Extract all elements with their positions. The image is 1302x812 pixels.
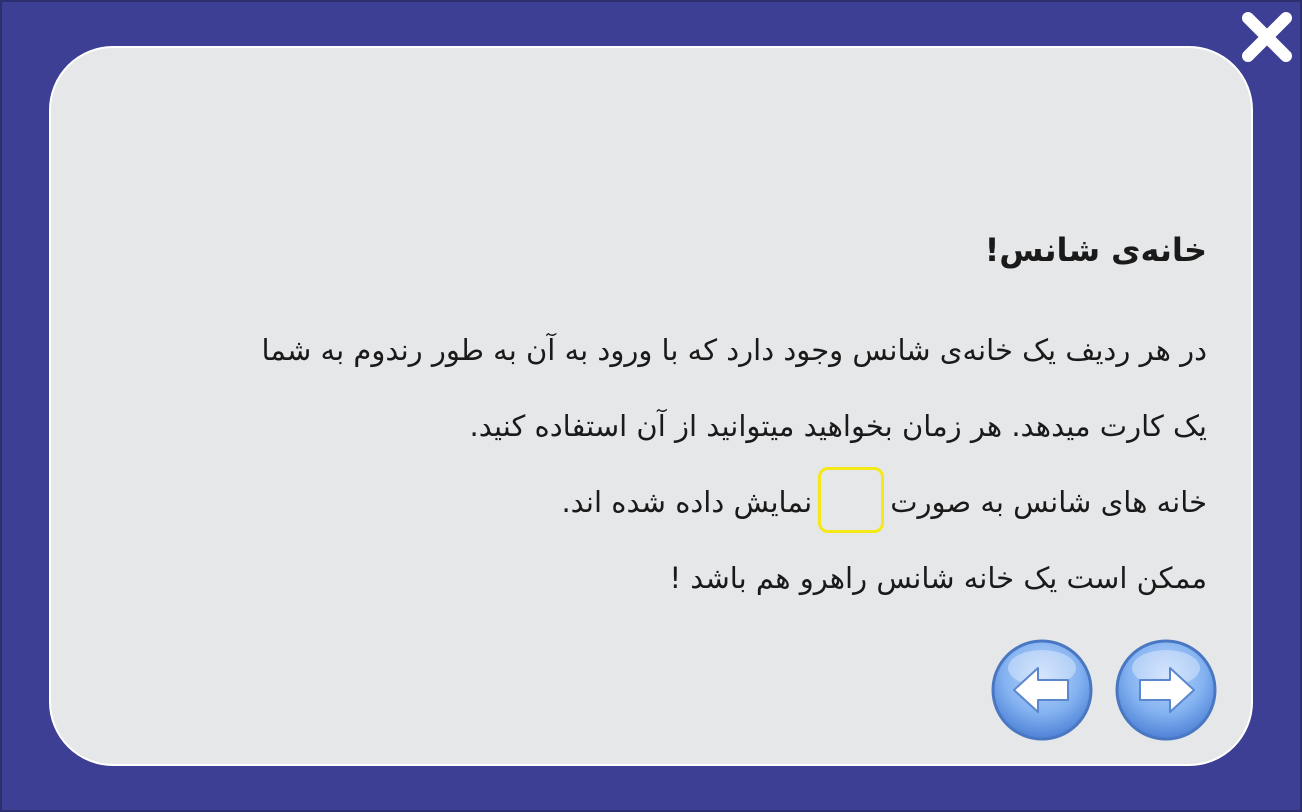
close-button[interactable] [1238,8,1296,66]
chance-box-sample [818,467,885,533]
body-line-3-after: نمایش داده شده اند. [561,485,813,519]
body-line-4: ممکن است یک خانه شانس راهرو هم باشد ! [669,561,1207,595]
arrow-right-icon [1115,639,1217,741]
dialog-panel: خانه‌ی شانس! در هر ردیف یک خانه‌ی شانس و… [49,46,1253,766]
dialog-body: در هر ردیف یک خانه‌ی شانس وجود دارد که ب… [95,312,1207,616]
body-line-1: در هر ردیف یک خانه‌ی شانس وجود دارد که ب… [261,333,1207,367]
dialog-content: خانه‌ی شانس! در هر ردیف یک خانه‌ی شانس و… [95,228,1207,616]
dialog-title: خانه‌ی شانس! [984,231,1207,269]
next-button[interactable] [1114,638,1218,742]
body-line-3-before: خانه های شانس به صورت [890,485,1207,519]
arrow-left-icon [991,639,1093,741]
previous-button[interactable] [990,638,1094,742]
body-line-2: یک کارت میدهد. هر زمان بخواهید میتوانید … [469,409,1207,443]
close-icon [1242,12,1292,62]
body-line-3: خانه های شانس به صورت نمایش داده شده اند. [95,464,1207,540]
